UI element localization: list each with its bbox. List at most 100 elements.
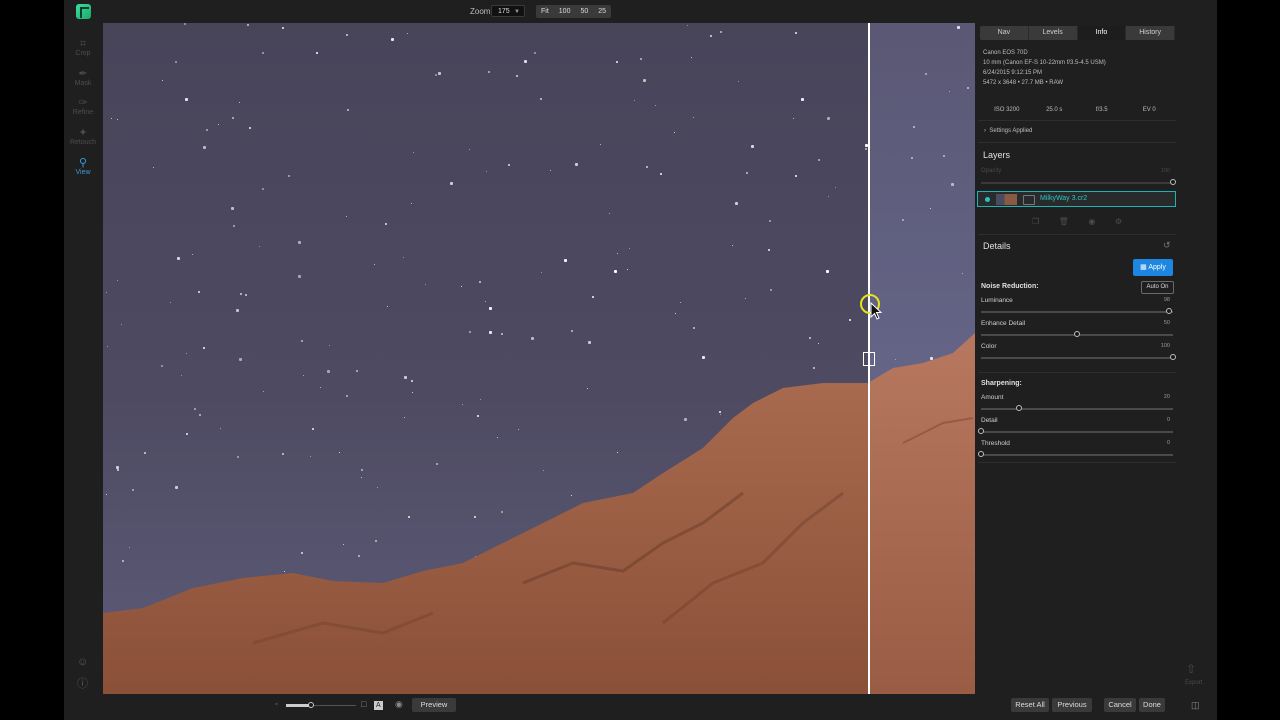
single-view-icon[interactable]: □ [361,699,366,709]
reset-all-button[interactable]: Reset All [1011,698,1049,712]
detail-value: 0 [1166,417,1170,423]
tool-crop[interactable]: ⌗ Crop [69,38,97,57]
threshold-slider[interactable] [978,451,1173,457]
app-window: Zoom 175 ▼ Fit 100 50 25 ⌗ Crop ✒ Mask ✑… [64,0,1217,720]
tool-label: Refine [72,109,94,116]
iso-value: ISO 3200 [994,107,1020,113]
tool-label: View [75,169,91,176]
tool-refine[interactable]: ✑ Refine [69,97,97,116]
layer-visibility-icon[interactable] [985,197,990,202]
amount-slider-thumb[interactable] [1016,405,1023,411]
color-label: Color [981,343,997,350]
layer-row[interactable]: MilkyWay 3.cr2 [977,191,1176,207]
tab-history[interactable]: History [1126,26,1175,40]
lens-info: 10 mm (Canon EF-S 10-22mm f/3.5-4.5 USM) [983,60,1106,66]
shutter-value: 25.0 s [1046,107,1063,113]
opacity-label: Opacity [981,168,1002,174]
tool-label: Retouch [69,139,97,146]
layer-mask-icon[interactable] [1023,195,1035,205]
threshold-label: Threshold [981,440,1010,447]
luminance-slider-thumb[interactable] [1166,308,1173,314]
view-icon: ⚲ [78,157,88,169]
color-slider[interactable] [981,354,1176,360]
divider [978,372,1176,373]
reset-panel-icon[interactable]: ↺ [1163,240,1171,251]
mask-view-icon[interactable]: ◉ [395,699,403,710]
luminance-value: 98 [1163,297,1170,303]
ev-value: EV 0 [1142,107,1156,113]
color-value: 100 [1160,343,1170,349]
threshold-value: 0 [1166,440,1170,446]
color-slider-thumb[interactable] [1170,354,1176,360]
enhance-detail-slider[interactable] [981,331,1173,337]
detail-label: Detail [981,417,998,424]
zoom-25-button[interactable]: 25 [593,5,611,18]
detail-slider[interactable] [978,428,1173,434]
panel-tabs: Nav Levels Info History [980,26,1175,40]
divider [978,462,1176,463]
settings-applied-toggle[interactable]: › Settings Applied [984,128,1032,134]
layers-title: Layers [983,150,1011,160]
zoom-50-button[interactable]: 50 [575,5,593,18]
tab-info[interactable]: Info [1077,26,1127,40]
help-icon[interactable]: ⓘ [77,675,88,691]
zoom-out-icon[interactable]: ▫ [275,701,277,708]
chevron-right-icon: › [984,128,986,134]
duplicate-layer-icon[interactable]: ❐ [1032,217,1039,226]
apply-button[interactable]: ▦ Apply [1133,259,1173,276]
compare-view-icon[interactable]: A [374,701,383,710]
panel-toggle-icon[interactable]: ◫ [1191,700,1200,711]
layer-name: MilkyWay 3.cr2 [1040,195,1088,202]
layer-actions: ❐ 🗑 ◉ ⚙ [1032,217,1122,226]
user-icon[interactable]: ☺ [77,656,88,668]
auto-on-button[interactable]: Auto On [1141,281,1174,294]
app-logo-icon [76,4,91,19]
tool-retouch[interactable]: ✦ Retouch [69,127,97,146]
export-icon[interactable]: ⇧ [1186,662,1196,676]
camera-model: Canon EOS 70D [983,50,1028,56]
tool-mask[interactable]: ✒ Mask [69,68,97,87]
delete-layer-icon[interactable]: 🗑 [1059,217,1069,226]
gear-icon[interactable]: ⚙ [1115,217,1122,226]
zoom-fit-button[interactable]: Fit [536,5,554,18]
divider [978,142,1176,143]
settings-applied-label: Settings Applied [989,128,1033,134]
exif-row: ISO 3200 25.0 s f/3.5 EV 0 [983,107,1173,113]
preview-button[interactable]: Preview [412,698,456,712]
zoom-100-button[interactable]: 100 [554,5,576,18]
zoom-label: Zoom [470,7,491,16]
threshold-slider-thumb[interactable] [978,451,984,457]
zoom-select[interactable]: 175 ▼ [491,5,525,17]
cancel-button[interactable]: Cancel [1104,698,1136,712]
opacity-slider-thumb[interactable] [1170,179,1176,185]
done-button[interactable]: Done [1139,698,1165,712]
zoom-slider[interactable] [286,702,356,708]
split-drag-handle[interactable] [863,352,875,366]
refine-brush-icon: ✑ [78,97,88,109]
tab-levels[interactable]: Levels [1029,26,1078,40]
amount-label: Amount [981,394,1004,401]
aperture-value: f/3.5 [1095,107,1108,113]
tool-label: Mask [74,80,92,87]
zoom-slider-thumb[interactable] [308,702,314,708]
divider [978,120,1176,121]
luminance-slider[interactable] [981,308,1173,314]
detail-slider-thumb[interactable] [978,428,984,434]
previous-button[interactable]: Previous [1052,698,1092,712]
apply-icon: ▦ [1140,264,1147,271]
image-canvas[interactable] [103,23,975,694]
enhance-detail-slider-thumb[interactable] [1074,331,1080,337]
amount-slider[interactable] [981,405,1173,411]
opacity-value: 100 [1160,168,1170,174]
enhance-detail-label: Enhance Detail [981,320,1026,327]
amount-value: 20 [1163,394,1170,400]
mask-layer-icon[interactable]: ◉ [1088,217,1095,226]
crop-icon: ⌗ [79,38,87,50]
tool-view[interactable]: ⚲ View [69,157,97,176]
noise-reduction-title: Noise Reduction: [981,283,1039,290]
tab-nav[interactable]: Nav [980,26,1029,40]
export-label[interactable]: Export [1185,680,1202,686]
capture-datetime: 6/24/2015 9:12:15 PM [983,70,1043,76]
opacity-slider[interactable] [981,179,1176,185]
zoom-presets: Fit 100 50 25 [536,5,612,18]
